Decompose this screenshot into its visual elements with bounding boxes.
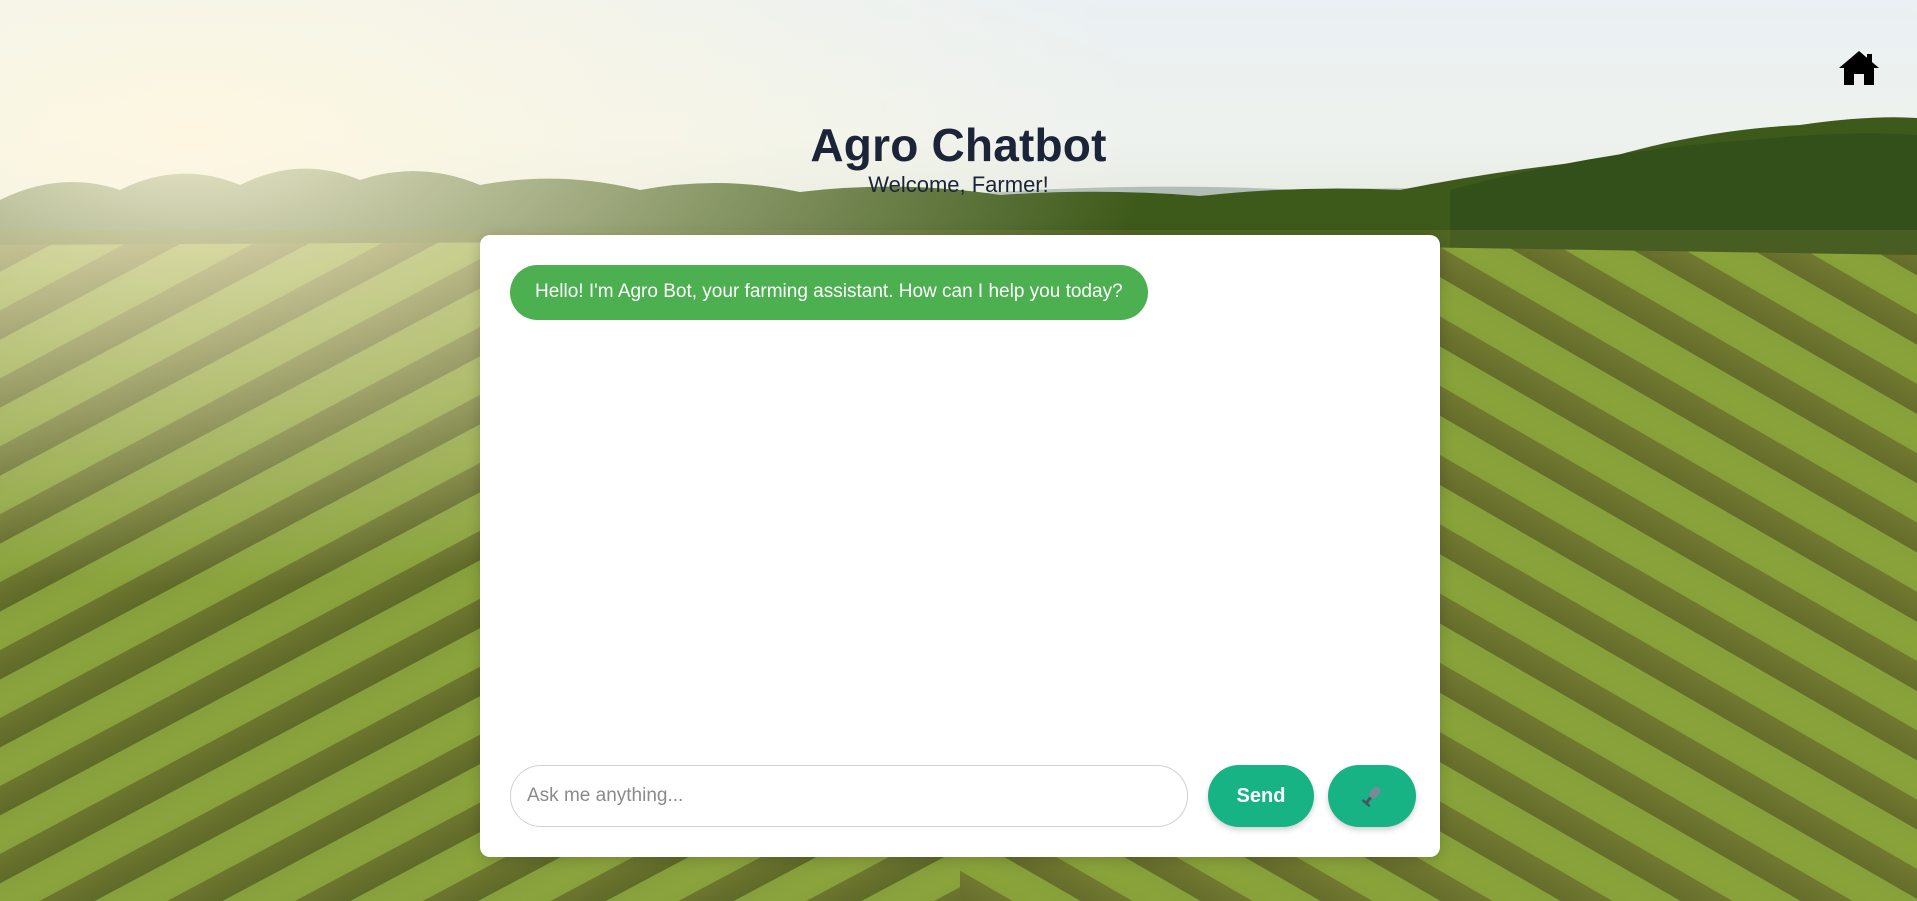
page-header: Agro Chatbot Welcome, Farmer! <box>0 118 1917 198</box>
welcome-subtitle: Welcome, Farmer! <box>868 172 1049 197</box>
message-input[interactable] <box>510 765 1188 827</box>
chat-input-row: Send <box>510 765 1416 827</box>
page-title: Agro Chatbot <box>810 119 1107 171</box>
message-list: Hello! I'm Agro Bot, your farming assist… <box>510 265 1410 747</box>
chat-container: Hello! I'm Agro Bot, your farming assist… <box>480 235 1440 857</box>
home-button[interactable] <box>1837 48 1881 88</box>
microphone-icon <box>1361 786 1381 807</box>
home-icon <box>1839 51 1879 85</box>
voice-input-button[interactable] <box>1328 765 1416 827</box>
send-button[interactable]: Send <box>1208 765 1314 827</box>
bot-message: Hello! I'm Agro Bot, your farming assist… <box>510 265 1148 320</box>
